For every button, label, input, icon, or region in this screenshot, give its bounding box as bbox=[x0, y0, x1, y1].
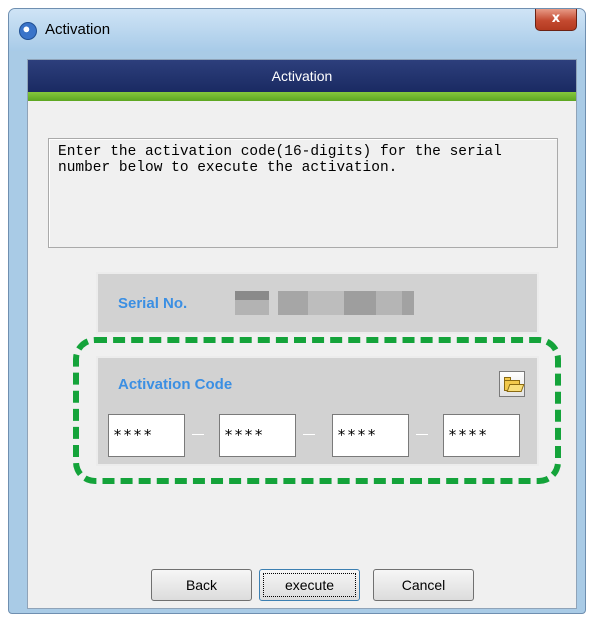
title-bar[interactable]: Activation x bbox=[9, 9, 585, 51]
execute-button[interactable]: execute bbox=[259, 569, 360, 601]
instructions-text: Enter the activation code(16-digits) for… bbox=[58, 144, 502, 176]
cancel-button-label: Cancel bbox=[401, 577, 446, 593]
serial-label: Serial No. bbox=[118, 295, 188, 312]
accent-bar bbox=[28, 92, 576, 101]
dialog-body: Activation Enter the activation code(16-… bbox=[27, 59, 577, 609]
activation-window: Activation x Activation Enter the activa… bbox=[8, 8, 586, 614]
window-title: Activation bbox=[45, 21, 111, 38]
instructions-box: Enter the activation code(16-digits) for… bbox=[48, 138, 558, 248]
back-button[interactable]: Back bbox=[151, 569, 252, 601]
app-icon bbox=[19, 22, 37, 40]
focus-rectangle bbox=[263, 573, 356, 597]
highlight-dashed-outline bbox=[73, 337, 561, 484]
close-button[interactable]: x bbox=[535, 9, 577, 31]
back-button-label: Back bbox=[185, 577, 218, 593]
header-title: Activation bbox=[271, 68, 333, 84]
header-banner: Activation bbox=[28, 60, 576, 92]
serial-panel: Serial No. bbox=[96, 272, 539, 334]
cancel-button[interactable]: Cancel bbox=[373, 569, 474, 601]
